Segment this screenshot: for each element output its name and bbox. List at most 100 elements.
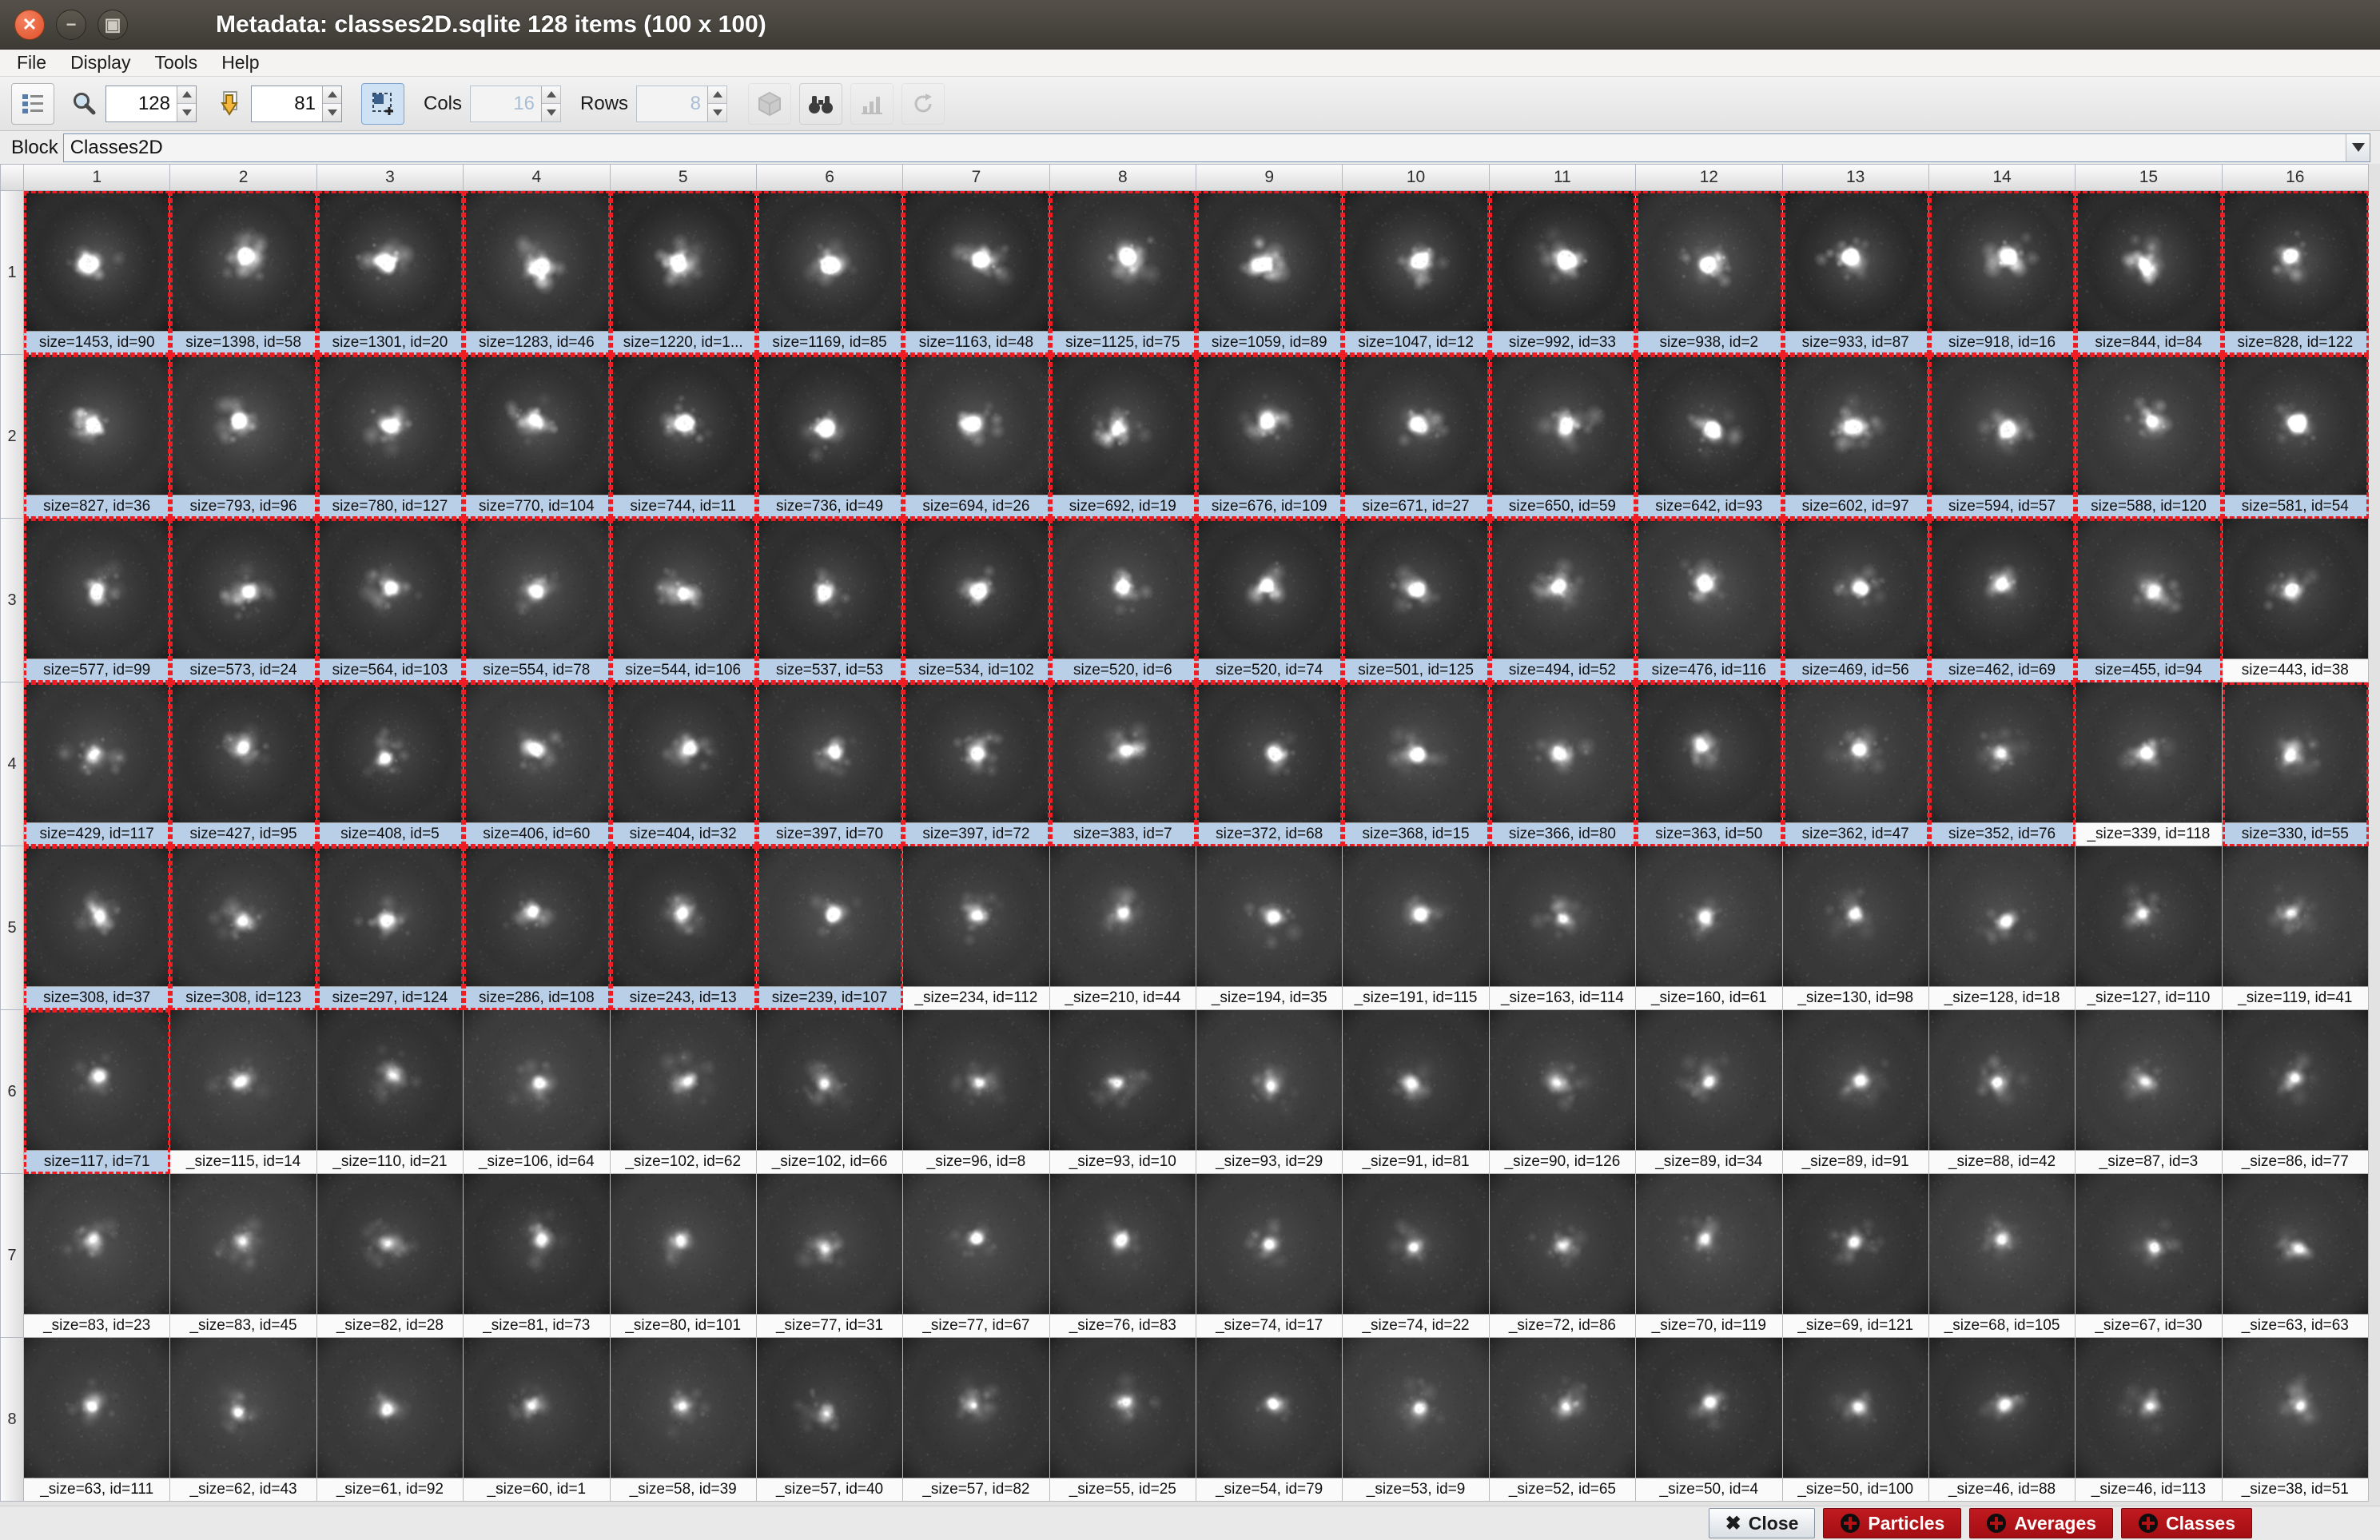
class-cell[interactable]: _size=57, id=82 (903, 1338, 1050, 1502)
column-header[interactable]: 5 (610, 164, 757, 191)
row-header[interactable]: 2 (0, 355, 24, 519)
class-cell[interactable]: _size=46, id=113 (2076, 1338, 2223, 1502)
class-cell[interactable]: size=588, id=120 (2076, 355, 2223, 519)
row-header[interactable]: 4 (0, 682, 24, 846)
column-header[interactable]: 12 (1636, 164, 1783, 191)
class-cell[interactable]: size=408, id=5 (316, 682, 464, 846)
create-particles-button[interactable]: Particles (1823, 1508, 1962, 1538)
class-cell[interactable]: size=1125, id=75 (1049, 191, 1196, 355)
class-cell[interactable]: _size=77, id=31 (756, 1174, 904, 1338)
class-cell[interactable]: _size=91, id=81 (1343, 1010, 1490, 1174)
class-cell[interactable]: _size=83, id=23 (24, 1174, 171, 1338)
class-cell[interactable]: size=676, id=109 (1196, 355, 1343, 519)
class-cell[interactable]: size=427, id=95 (170, 682, 317, 846)
class-cell[interactable]: _size=160, id=61 (1636, 846, 1783, 1010)
column-header[interactable]: 7 (903, 164, 1050, 191)
row-header[interactable]: 1 (0, 191, 24, 355)
class-cell[interactable]: _size=83, id=45 (170, 1174, 317, 1338)
class-cell[interactable]: size=577, id=99 (24, 519, 171, 682)
class-cell[interactable]: size=544, id=106 (610, 519, 757, 682)
close-button[interactable]: ✖ Close (1708, 1508, 1816, 1538)
class-cell[interactable]: size=243, id=13 (610, 846, 757, 1010)
row-header[interactable]: 8 (0, 1338, 24, 1502)
class-cell[interactable]: size=573, id=24 (170, 519, 317, 682)
class-cell[interactable]: _size=93, id=29 (1196, 1010, 1343, 1174)
class-cell[interactable]: size=286, id=108 (464, 846, 611, 1010)
class-cell[interactable]: _size=88, id=42 (1928, 1010, 2076, 1174)
class-cell[interactable]: size=992, id=33 (1489, 191, 1637, 355)
class-cell[interactable]: _size=130, id=98 (1782, 846, 1929, 1010)
class-cell[interactable]: size=308, id=123 (170, 846, 317, 1010)
class-cell[interactable]: size=372, id=68 (1196, 682, 1343, 846)
class-cell[interactable]: _size=119, id=41 (2222, 846, 2369, 1010)
class-cell[interactable]: size=554, id=78 (464, 519, 611, 682)
class-cell[interactable]: _size=70, id=119 (1636, 1174, 1783, 1338)
class-cell[interactable]: _size=67, id=30 (2076, 1174, 2223, 1338)
column-header[interactable]: 10 (1343, 164, 1490, 191)
class-cell[interactable]: _size=128, id=18 (1928, 846, 2076, 1010)
column-header[interactable]: 11 (1489, 164, 1637, 191)
block-combobox[interactable]: Classes2D (62, 133, 2370, 162)
class-cell[interactable]: size=330, id=55 (2222, 682, 2369, 846)
class-cell[interactable]: size=520, id=74 (1196, 519, 1343, 682)
class-cell[interactable]: size=780, id=127 (316, 355, 464, 519)
column-header[interactable]: 2 (170, 164, 317, 191)
class-cell[interactable]: _size=58, id=39 (610, 1338, 757, 1502)
class-cell[interactable]: size=642, id=93 (1636, 355, 1783, 519)
class-cell[interactable]: size=469, id=56 (1782, 519, 1929, 682)
class-cell[interactable]: size=770, id=104 (464, 355, 611, 519)
class-cell[interactable]: _size=46, id=88 (1928, 1338, 2076, 1502)
class-cell[interactable]: _size=63, id=63 (2222, 1174, 2369, 1338)
class-cell[interactable]: size=594, id=57 (1928, 355, 2076, 519)
auto-adjust-toggle[interactable] (361, 82, 404, 125)
class-cell[interactable]: size=397, id=72 (903, 682, 1050, 846)
class-cell[interactable]: size=297, id=124 (316, 846, 464, 1010)
menu-help[interactable]: Help (209, 50, 271, 76)
class-cell[interactable]: _size=50, id=100 (1782, 1338, 1929, 1502)
menu-tools[interactable]: Tools (142, 50, 209, 76)
column-header[interactable]: 16 (2222, 164, 2369, 191)
class-cell[interactable]: size=602, id=97 (1782, 355, 1929, 519)
class-cell[interactable]: size=793, id=96 (170, 355, 317, 519)
class-cell[interactable]: size=501, id=125 (1343, 519, 1490, 682)
class-cell[interactable]: size=363, id=50 (1636, 682, 1783, 846)
class-cell[interactable]: _size=102, id=66 (756, 1010, 904, 1174)
class-cell[interactable]: size=1059, id=89 (1196, 191, 1343, 355)
zoom-down-button[interactable] (177, 104, 196, 121)
class-cell[interactable]: _size=234, id=112 (903, 846, 1050, 1010)
class-cell[interactable]: size=692, id=19 (1049, 355, 1196, 519)
class-cell[interactable]: _size=53, id=9 (1343, 1338, 1490, 1502)
class-cell[interactable]: _size=55, id=25 (1049, 1338, 1196, 1502)
class-cell[interactable]: _size=106, id=64 (464, 1010, 611, 1174)
column-header[interactable]: 6 (756, 164, 904, 191)
class-cell[interactable]: _size=61, id=92 (316, 1338, 464, 1502)
class-cell[interactable]: size=744, id=11 (610, 355, 757, 519)
column-header[interactable]: 8 (1049, 164, 1196, 191)
column-header[interactable]: 13 (1782, 164, 1929, 191)
find-button[interactable] (799, 82, 843, 125)
class-cell[interactable]: size=1398, id=58 (170, 191, 317, 355)
class-cell[interactable]: size=117, id=71 (24, 1010, 171, 1174)
class-cell[interactable]: size=1169, id=85 (756, 191, 904, 355)
class-cell[interactable]: _size=38, id=51 (2222, 1338, 2369, 1502)
class-cell[interactable]: _size=69, id=121 (1782, 1174, 1929, 1338)
columns-list-button[interactable] (11, 82, 54, 125)
row-header[interactable]: 5 (0, 846, 24, 1010)
class-cell[interactable]: size=1047, id=12 (1343, 191, 1490, 355)
class-cell[interactable]: _size=127, id=110 (2076, 846, 2223, 1010)
create-averages-button[interactable]: Averages (1969, 1508, 2114, 1538)
goto-down-button[interactable] (323, 104, 341, 121)
class-cell[interactable]: size=537, id=53 (756, 519, 904, 682)
row-header[interactable]: 3 (0, 519, 24, 682)
zoom-up-button[interactable] (177, 86, 196, 104)
class-cell[interactable]: size=397, id=70 (756, 682, 904, 846)
class-cell[interactable]: _size=86, id=77 (2222, 1010, 2369, 1174)
class-cell[interactable]: size=368, id=15 (1343, 682, 1490, 846)
class-cell[interactable]: _size=96, id=8 (903, 1010, 1050, 1174)
class-cell[interactable]: _size=57, id=40 (756, 1338, 904, 1502)
class-cell[interactable]: _size=194, id=35 (1196, 846, 1343, 1010)
class-cell[interactable]: _size=87, id=3 (2076, 1010, 2223, 1174)
class-cell[interactable]: size=462, id=69 (1928, 519, 2076, 682)
class-cell[interactable]: size=443, id=38 (2222, 519, 2369, 682)
class-cell[interactable]: _size=90, id=126 (1489, 1010, 1637, 1174)
